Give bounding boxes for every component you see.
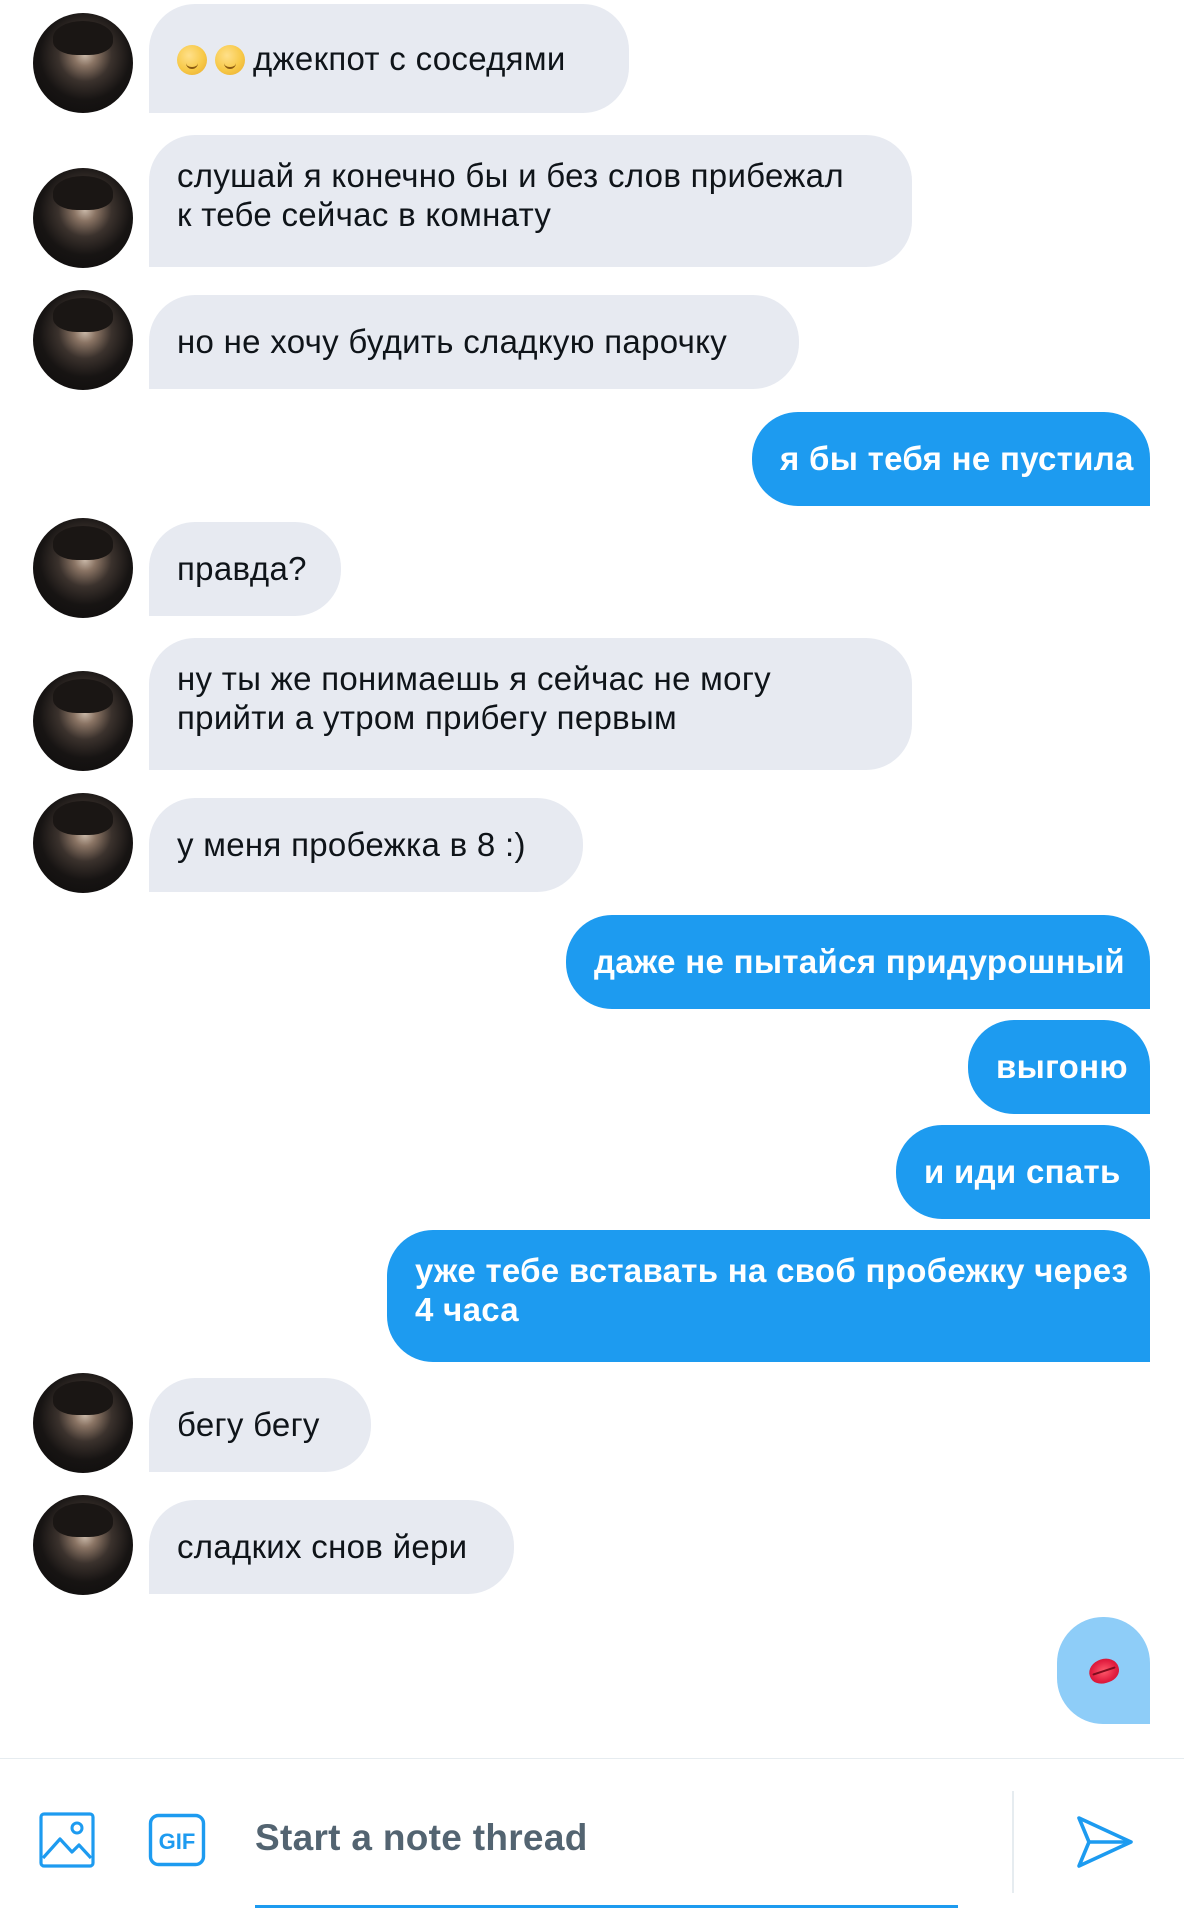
message-text-line: ну ты же понимаешь я сейчас не могу xyxy=(177,660,771,697)
message-text-line: 4 часа xyxy=(415,1291,519,1328)
message-text: и иди спать xyxy=(924,1153,1121,1190)
sender-avatar[interactable] xyxy=(33,518,133,618)
message-text-line: слушай я конечно бы и без слов прибежал xyxy=(177,157,844,194)
incoming-message[interactable]: ну ты же понимаешь я сейчас не могу прий… xyxy=(149,638,912,770)
outgoing-message[interactable]: выгоню xyxy=(968,1020,1150,1114)
sender-avatar[interactable] xyxy=(33,290,133,390)
message-text: сладких снов йери xyxy=(177,1528,468,1565)
sender-avatar[interactable] xyxy=(33,1495,133,1595)
incoming-message[interactable]: но не хочу будить сладкую парочку xyxy=(149,295,799,389)
relieved-face-icon xyxy=(215,45,245,75)
gif-icon[interactable]: GIF xyxy=(148,1813,206,1872)
incoming-message[interactable]: бегу бегу xyxy=(149,1378,371,1472)
input-underline xyxy=(255,1905,958,1908)
composer-divider xyxy=(1012,1791,1014,1893)
relieved-face-icon xyxy=(177,45,207,75)
incoming-message[interactable]: сладких снов йери xyxy=(149,1500,514,1594)
send-icon[interactable] xyxy=(1075,1814,1135,1875)
message-text-line: уже тебе вставать на своб пробежку через xyxy=(415,1252,1129,1289)
incoming-message[interactable]: слушай я конечно бы и без слов прибежал … xyxy=(149,135,912,267)
conversation-thread[interactable]: джекпот с соседями слушай я конечно бы и… xyxy=(0,0,1184,1758)
message-text: даже не пытайся придурошный xyxy=(594,943,1125,980)
kiss-mark-icon xyxy=(1085,1654,1122,1687)
message-text-line: к тебе сейчас в комнату xyxy=(177,196,552,233)
outgoing-emoji-message[interactable] xyxy=(1057,1617,1150,1724)
message-text: я бы тебя не пустила xyxy=(780,440,1134,477)
sender-avatar[interactable] xyxy=(33,13,133,113)
message-text: правда? xyxy=(177,550,307,587)
message-text: но не хочу будить сладкую парочку xyxy=(177,323,728,360)
message-text: джекпот с соседями xyxy=(253,40,566,77)
incoming-message[interactable]: правда? xyxy=(149,522,341,616)
message-text-line: прийти а утром прибегу первым xyxy=(177,699,677,736)
sender-avatar[interactable] xyxy=(33,793,133,893)
sender-avatar[interactable] xyxy=(33,671,133,771)
outgoing-message[interactable]: даже не пытайся придурошный xyxy=(566,915,1150,1009)
incoming-message[interactable]: джекпот с соседями xyxy=(149,4,629,113)
message-composer: GIF Start a note thread xyxy=(0,1758,1184,1920)
message-text: бегу бегу xyxy=(177,1406,320,1443)
note-thread-input[interactable]: Start a note thread xyxy=(255,1817,588,1859)
sender-avatar[interactable] xyxy=(33,1373,133,1473)
gif-label: GIF xyxy=(159,1829,196,1854)
sender-avatar[interactable] xyxy=(33,168,133,268)
outgoing-message[interactable]: и иди спать xyxy=(896,1125,1150,1219)
message-text: выгоню xyxy=(996,1048,1128,1085)
outgoing-message[interactable]: я бы тебя не пустила xyxy=(752,412,1150,506)
incoming-message[interactable]: у меня пробежка в 8 :) xyxy=(149,798,583,892)
outgoing-message[interactable]: уже тебе вставать на своб пробежку через… xyxy=(387,1230,1150,1362)
message-text: у меня пробежка в 8 :) xyxy=(177,826,526,863)
image-icon[interactable] xyxy=(38,1811,96,1874)
